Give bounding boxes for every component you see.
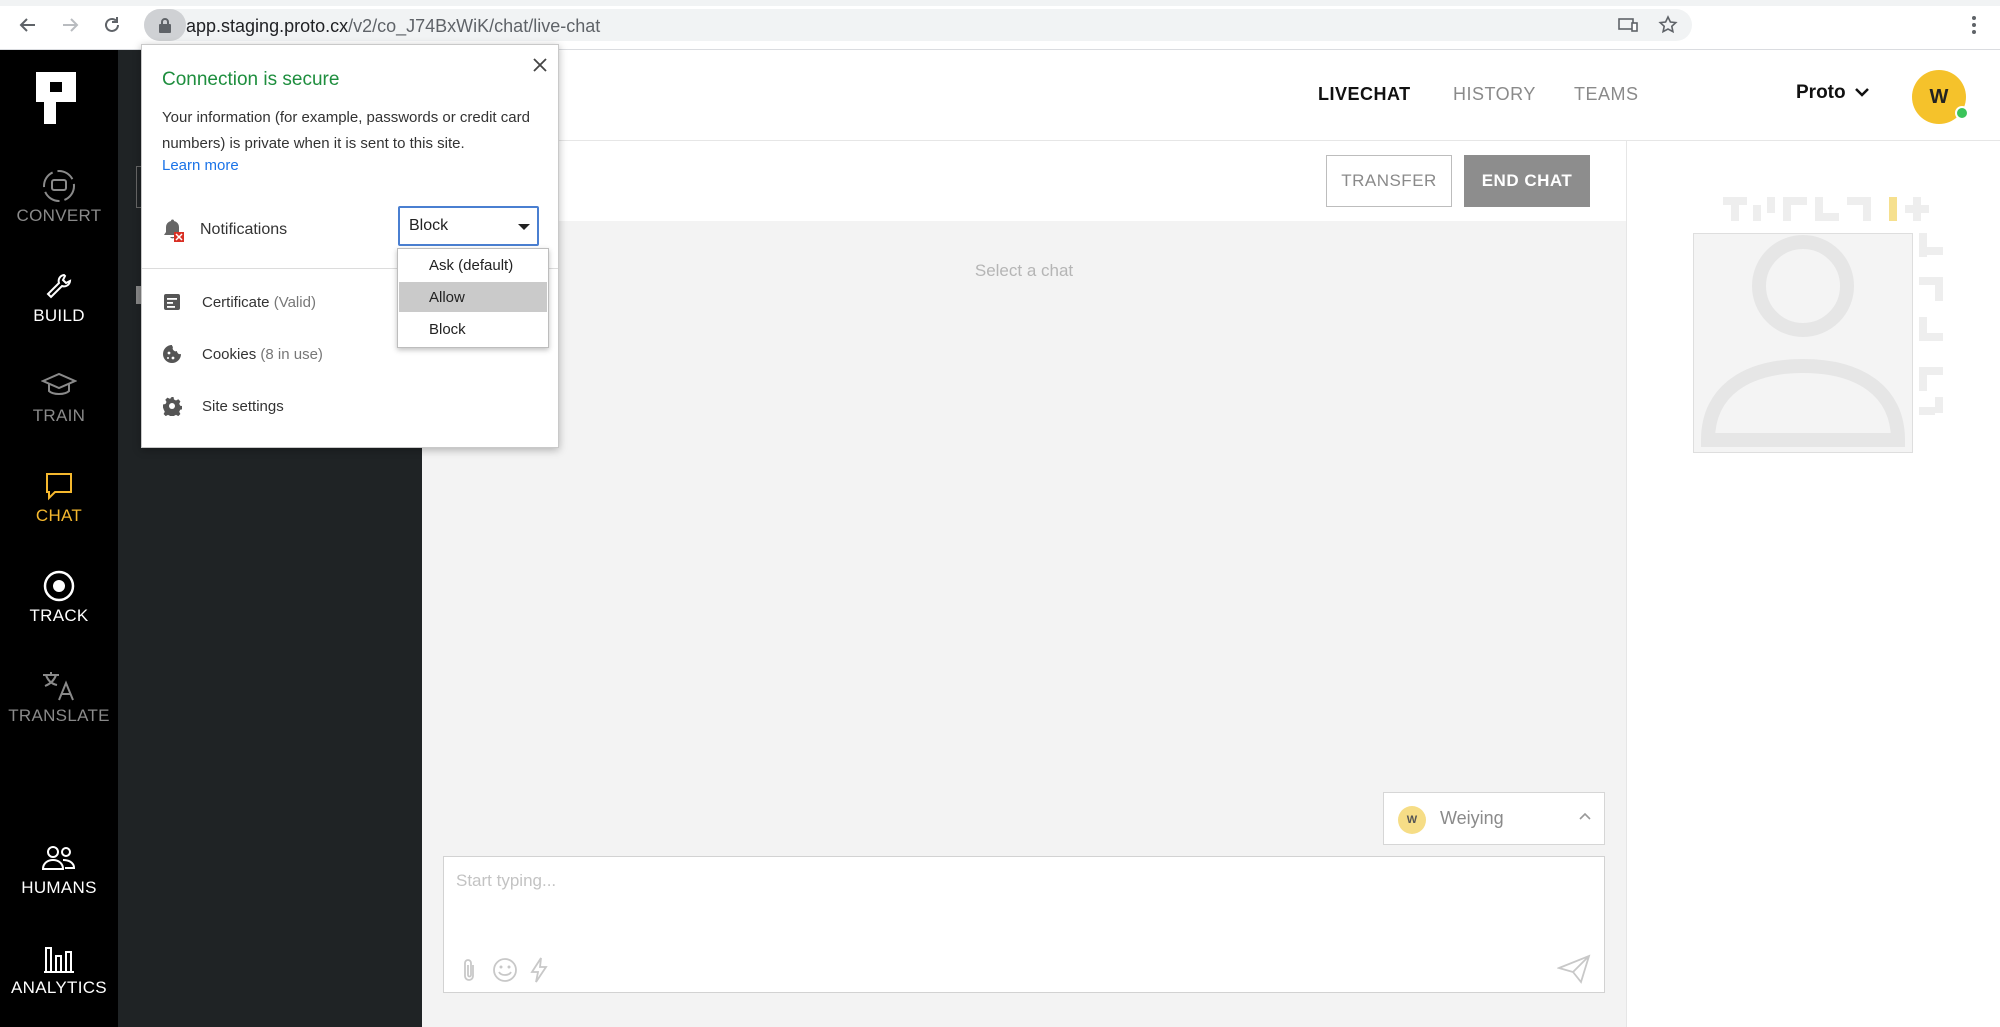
chevron-down-icon	[1854, 82, 1870, 104]
chat-area: TRANSFER END CHAT Select a chat W Weiyin…	[422, 141, 1626, 1027]
nav-track[interactable]: TRACK	[0, 566, 118, 646]
transfer-button[interactable]: TRANSFER	[1326, 155, 1452, 207]
option-ask-default[interactable]: Ask (default)	[399, 250, 547, 280]
chat-bubble-icon	[0, 466, 118, 506]
chat-toolbar: TRANSFER END CHAT	[422, 141, 1626, 221]
lightning-icon[interactable]	[524, 955, 554, 985]
site-settings-label: Site settings	[202, 398, 284, 415]
empty-state-text: Select a chat	[974, 261, 1074, 280]
nav-label: TRANSLATE	[8, 706, 110, 725]
site-settings-row[interactable]: Site settings	[162, 393, 462, 423]
address-bar[interactable]: app.staging.proto.cx/v2/co_J74BxWiK/chat…	[144, 9, 1692, 41]
people-icon	[0, 838, 118, 878]
browser-menu-icon[interactable]	[1962, 12, 1986, 38]
gear-icon	[162, 396, 184, 419]
option-allow[interactable]: Allow	[399, 282, 547, 312]
nav-label: TRAIN	[32, 406, 86, 425]
notifications-select[interactable]: Block	[398, 206, 539, 246]
online-status-indicator	[1955, 106, 1969, 120]
send-icon[interactable]	[1554, 949, 1594, 989]
nav-label: ANALYTICS	[11, 978, 107, 997]
translate-icon	[0, 666, 118, 706]
nav-translate[interactable]: TRANSLATE	[0, 666, 118, 746]
nav-train[interactable]: TRAIN	[0, 366, 118, 446]
chevron-up-icon	[1578, 808, 1592, 824]
certificate-icon	[162, 292, 184, 314]
attachment-icon[interactable]	[454, 955, 484, 985]
nav-label: CHAT	[35, 506, 83, 525]
certificate-label: Certificate (Valid)	[202, 294, 316, 311]
target-icon	[0, 566, 118, 606]
notification-bell-blocked-icon	[162, 219, 184, 248]
top-header: LIVECHAT HISTORY TEAMS Proto W	[422, 50, 2000, 141]
nav-build[interactable]: BUILD	[0, 266, 118, 346]
nav-humans[interactable]: HUMANS	[0, 838, 118, 918]
message-composer	[443, 856, 1605, 993]
chat-convert-icon	[0, 166, 118, 206]
cookie-icon	[162, 344, 184, 366]
tab-strip-edge	[0, 0, 2000, 6]
main-navigation: CONVERT BUILD TRAIN CHAT TRACK TRANSLATE	[0, 50, 118, 1027]
site-info-popup: Connection is secure Your information (f…	[141, 44, 559, 448]
tab-history[interactable]: HISTORY	[1453, 84, 1536, 105]
tab-livechat[interactable]: LIVECHAT	[1318, 84, 1411, 105]
notifications-select-value: Block	[409, 217, 449, 234]
reload-icon[interactable]	[98, 12, 126, 38]
learn-more-link[interactable]: Learn more	[162, 157, 239, 174]
bookmark-star-icon[interactable]	[1656, 14, 1680, 36]
notifications-label: Notifications	[200, 221, 288, 238]
message-input[interactable]	[444, 857, 1604, 947]
dropdown-arrow-icon	[518, 224, 530, 230]
agent-name: Weiying	[1440, 808, 1504, 828]
cookies-label: Cookies (8 in use)	[202, 346, 323, 363]
profile-picture-placeholder	[1693, 233, 1913, 453]
url-text: app.staging.proto.cx/v2/co_J74BxWiK/chat…	[186, 16, 601, 36]
nav-label: TRACK	[29, 606, 89, 625]
nav-label: CONVERT	[16, 206, 102, 225]
popup-title: Connection is secure	[162, 69, 340, 90]
nav-analytics[interactable]: ANALYTICS	[0, 938, 118, 1018]
browser-toolbar: app.staging.proto.cx/v2/co_J74BxWiK/chat…	[0, 0, 2000, 50]
nav-label: BUILD	[33, 306, 85, 325]
bar-chart-icon	[0, 938, 118, 978]
notifications-dropdown: Ask (default) Allow Block	[397, 248, 549, 348]
nav-chat[interactable]: CHAT	[0, 466, 118, 546]
user-menu[interactable]: Proto	[1796, 82, 1870, 104]
close-icon[interactable]	[526, 51, 554, 79]
user-menu-label: Proto	[1796, 82, 1846, 103]
emoji-icon[interactable]	[490, 955, 520, 985]
agent-avatar: W	[1398, 806, 1426, 834]
profile-panel	[1626, 141, 1976, 1027]
tab-teams[interactable]: TEAMS	[1574, 84, 1639, 105]
end-chat-button[interactable]: END CHAT	[1464, 155, 1590, 207]
forward-arrow-icon[interactable]	[56, 12, 84, 38]
wrench-icon	[0, 266, 118, 306]
agent-selector[interactable]: W Weiying	[1383, 792, 1605, 845]
proto-logo[interactable]	[36, 72, 80, 124]
nav-label: HUMANS	[21, 878, 97, 897]
back-arrow-icon[interactable]	[14, 12, 42, 38]
option-block[interactable]: Block	[399, 314, 547, 344]
popup-description: Your information (for example, passwords…	[162, 109, 530, 152]
graduation-cap-icon	[0, 366, 118, 406]
lock-icon[interactable]	[144, 9, 186, 41]
cast-icon[interactable]	[1616, 14, 1640, 36]
nav-convert[interactable]: CONVERT	[0, 166, 118, 246]
